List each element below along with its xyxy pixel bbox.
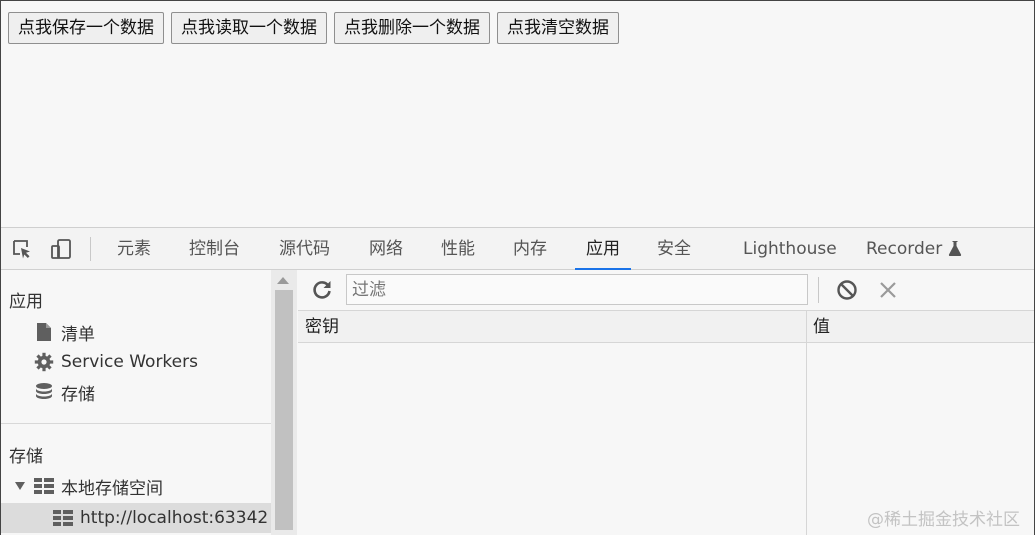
filter-input[interactable] xyxy=(346,274,808,305)
sidebar-item-service-workers[interactable]: Service Workers xyxy=(33,348,198,376)
application-sidebar: 应用 清单 Service Workers 存储 存储 本地存储空间 http:… xyxy=(1,270,297,535)
grid-storage-icon xyxy=(52,507,74,529)
sidebar-divider xyxy=(1,423,271,424)
sidebar-item-label: 存储 xyxy=(61,384,95,405)
scrollbar-thumb[interactable] xyxy=(275,290,293,530)
tab-application[interactable]: 应用 xyxy=(575,228,631,270)
gear-icon xyxy=(33,351,55,373)
sidebar-item-storage[interactable]: 存储 xyxy=(33,378,95,406)
tab-recorder-label: Recorder xyxy=(866,239,943,259)
flask-icon xyxy=(949,241,962,256)
sidebar-item-local-origin[interactable]: http://localhost:63342 xyxy=(52,504,268,532)
clear-data-button[interactable]: 点我清空数据 xyxy=(497,12,619,44)
sidebar-item-label: 清单 xyxy=(61,324,95,345)
column-header-value[interactable]: 值 xyxy=(813,311,830,343)
sidebar-item-local-storage[interactable]: 本地存储空间 xyxy=(15,472,163,500)
tab-performance[interactable]: 性能 xyxy=(441,228,475,270)
inspect-element-icon[interactable] xyxy=(11,238,33,260)
sidebar-section-storage: 存储 xyxy=(9,447,43,467)
device-toolbar-icon[interactable] xyxy=(50,238,72,260)
storage-table-header: 密钥 值 xyxy=(298,311,1034,343)
web-page: 点我保存一个数据 点我读取一个数据 点我删除一个数据 点我清空数据 xyxy=(1,1,1034,227)
tab-lighthouse[interactable]: Lighthouse xyxy=(743,228,837,270)
expand-arrow-icon[interactable] xyxy=(15,480,27,492)
tab-elements[interactable]: 元素 xyxy=(117,228,151,270)
sidebar-item-label: Service Workers xyxy=(61,352,198,372)
read-data-button[interactable]: 点我读取一个数据 xyxy=(171,12,327,44)
column-header-key[interactable]: 密钥 xyxy=(305,311,339,343)
scroll-up-arrow-icon[interactable] xyxy=(277,277,289,284)
storage-main-panel: 密钥 值 @稀土掘金技术社区 xyxy=(298,270,1034,535)
tab-security[interactable]: 安全 xyxy=(657,228,691,270)
tab-sources[interactable]: 源代码 xyxy=(279,228,330,270)
page-button-row: 点我保存一个数据 点我读取一个数据 点我删除一个数据 点我清空数据 xyxy=(8,12,619,44)
tab-memory[interactable]: 内存 xyxy=(513,228,547,270)
sidebar-item-manifest[interactable]: 清单 xyxy=(33,318,95,346)
storage-toolbar xyxy=(298,270,1034,311)
save-data-button[interactable]: 点我保存一个数据 xyxy=(8,12,164,44)
refresh-icon[interactable] xyxy=(310,278,334,302)
toolbar-separator xyxy=(818,277,819,303)
tab-recorder[interactable]: Recorder xyxy=(866,228,962,270)
devtools-tab-bar: 元素 控制台 源代码 网络 性能 内存 应用 安全 Lighthouse Rec… xyxy=(1,228,1034,270)
delete-data-button[interactable]: 点我删除一个数据 xyxy=(334,12,490,44)
grid-storage-icon xyxy=(33,475,55,497)
toolbar-separator xyxy=(90,237,91,261)
tab-console[interactable]: 控制台 xyxy=(189,228,240,270)
sidebar-section-application: 应用 xyxy=(9,292,43,312)
sidebar-item-label: 本地存储空间 xyxy=(61,478,163,499)
watermark: @稀土掘金技术社区 xyxy=(867,510,1020,530)
block-icon[interactable] xyxy=(836,279,858,301)
tab-network[interactable]: 网络 xyxy=(369,228,403,270)
sidebar-item-label: http://localhost:63342 xyxy=(80,508,269,528)
devtools-panel: 元素 控制台 源代码 网络 性能 内存 应用 安全 Lighthouse Rec… xyxy=(1,227,1034,535)
close-icon[interactable] xyxy=(877,279,899,301)
file-icon xyxy=(33,321,55,343)
database-icon xyxy=(33,381,55,403)
column-divider[interactable] xyxy=(806,311,807,535)
